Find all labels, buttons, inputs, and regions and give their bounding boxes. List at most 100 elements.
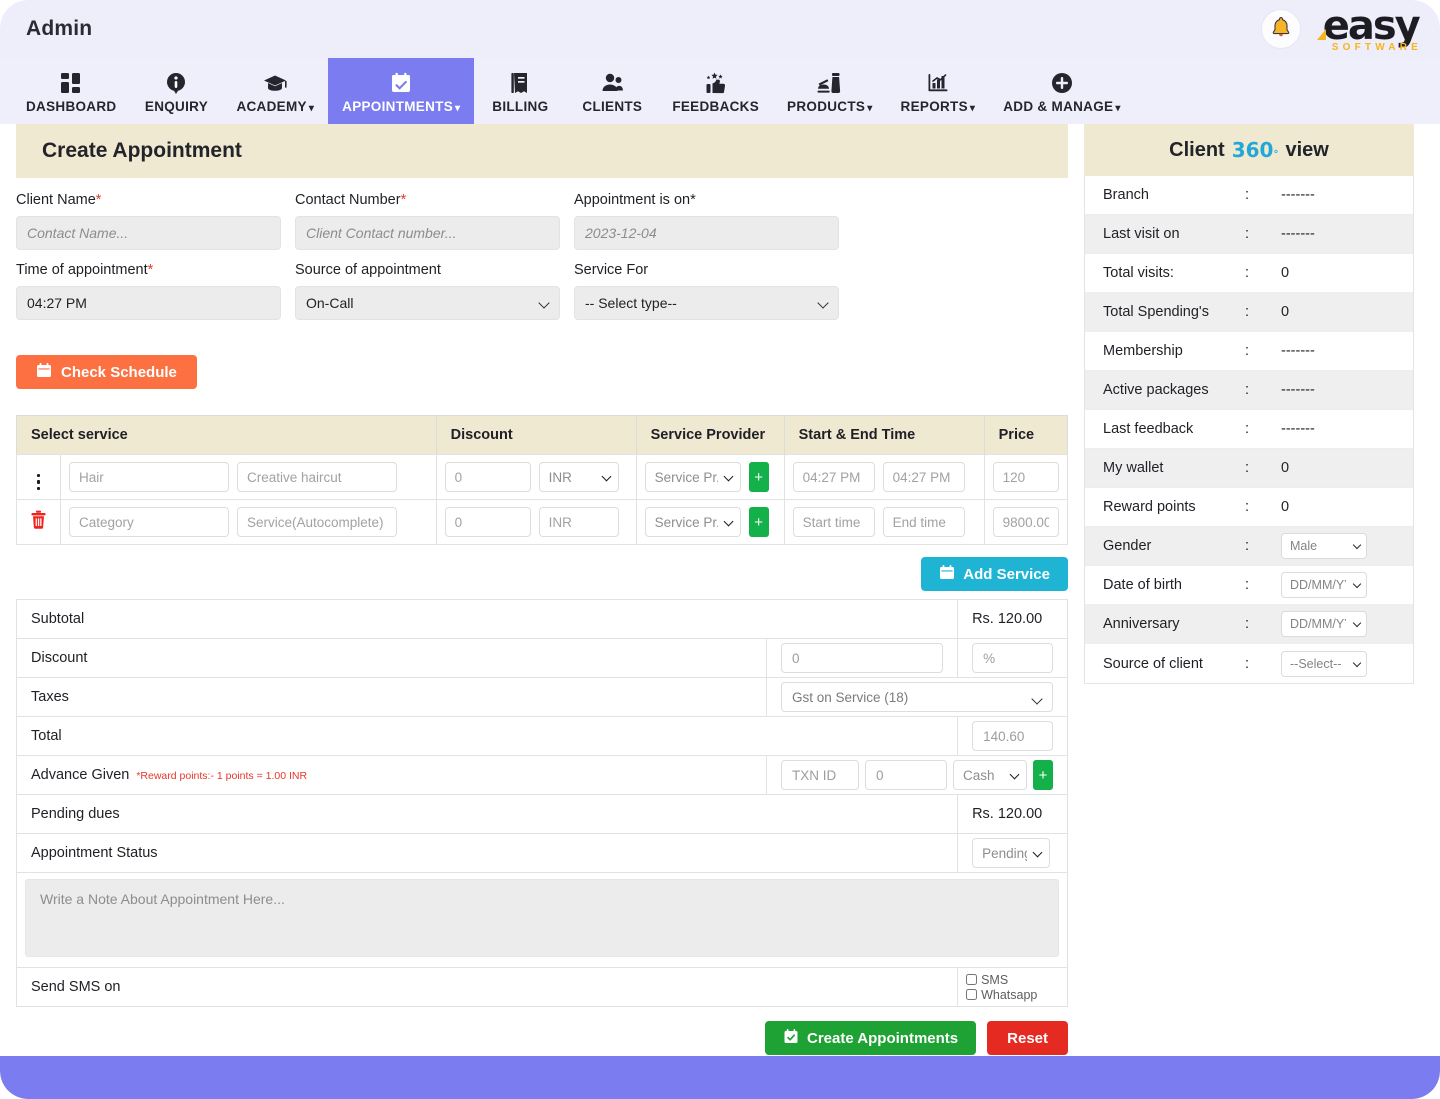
nav-item-billing[interactable]: BILLING xyxy=(474,58,566,124)
service-provider-wrap: Service Pr... xyxy=(645,462,741,492)
end-time-input[interactable] xyxy=(883,507,965,537)
service-provider-select[interactable]: Service Pr... xyxy=(645,462,741,492)
service-category-input[interactable] xyxy=(69,507,229,537)
discount-amount-input[interactable] xyxy=(445,507,531,537)
add-service-button[interactable]: Add Service xyxy=(921,557,1068,591)
nav-item-academy[interactable]: ACADEMY▾ xyxy=(222,58,328,124)
taxes-select[interactable]: Gst on Service (18) xyxy=(781,682,1053,712)
advance-amount-input[interactable] xyxy=(865,760,947,790)
row-pending-dues: Pending dues Rs. 120.00 xyxy=(17,795,1068,834)
bell-icon xyxy=(1270,15,1292,44)
nav-item-enquiry[interactable]: ENQUIRY xyxy=(130,58,222,124)
price-input[interactable] xyxy=(993,507,1059,537)
row-delete-cell[interactable] xyxy=(17,500,61,545)
date-of-birth-select[interactable]: DD/MM/YY xyxy=(1281,572,1367,598)
nav-item-dashboard[interactable]: DASHBOARD xyxy=(12,58,130,124)
nav-item-add-and-manage[interactable]: ADD & MANAGE▾ xyxy=(989,58,1134,124)
col-select-service: Select service xyxy=(17,416,437,455)
price-input[interactable] xyxy=(993,462,1059,492)
payment-mode-select[interactable]: Cash xyxy=(953,760,1027,790)
discount-amount-input[interactable] xyxy=(445,462,531,492)
row-send-sms: Send SMS on SMS Whatsapp xyxy=(17,968,1068,1007)
discount-currency-input[interactable] xyxy=(539,507,619,537)
field-check-schedule: Check Schedule xyxy=(16,332,281,389)
send-sms-label: Send SMS on xyxy=(17,968,958,1007)
label-appointment-date: Appointment is on* xyxy=(574,192,839,208)
discount-unit-input[interactable] xyxy=(972,643,1053,673)
service-name-input[interactable] xyxy=(237,462,397,492)
appointment-note-textarea[interactable] xyxy=(25,879,1059,957)
sms-checkbox[interactable] xyxy=(966,974,977,985)
vertical-dots-icon[interactable] xyxy=(37,474,41,491)
gender-select-wrap: Male xyxy=(1281,533,1367,559)
nav-item-feedbacks[interactable]: FEEDBACKS xyxy=(658,58,773,124)
trash-icon[interactable] xyxy=(30,516,47,533)
appointment-status-select[interactable]: Pending xyxy=(972,838,1050,868)
chevron-down-icon: ▾ xyxy=(309,103,314,114)
row-subtotal: Subtotal Rs. 120.00 xyxy=(17,600,1068,639)
source-of-appointment-select[interactable]: On-Call xyxy=(295,286,560,320)
row-appointment-status: Appointment Status Pending xyxy=(17,834,1068,873)
end-time-input[interactable] xyxy=(883,462,965,492)
chevron-down-icon: ▾ xyxy=(867,103,872,114)
check-schedule-button[interactable]: Check Schedule xyxy=(16,355,197,389)
client-360-badge: 360° xyxy=(1232,138,1279,162)
col-start-end-time: Start & End Time xyxy=(784,416,984,455)
nav-item-reports[interactable]: REPORTS▾ xyxy=(887,58,990,124)
anniversary-select[interactable]: DD/MM/YY xyxy=(1281,611,1367,637)
reward-points-note: *Reward points:- 1 points = 1.00 INR xyxy=(136,770,307,782)
total-input[interactable] xyxy=(972,721,1053,751)
main-nav: DASHBOARD ENQUIRY ACADEMY▾ xyxy=(0,58,1440,124)
send-sms-options-cell: SMS Whatsapp xyxy=(958,968,1068,1007)
service-name-input[interactable] xyxy=(237,507,397,537)
whatsapp-checkbox-row[interactable]: Whatsapp xyxy=(966,988,1059,1002)
whatsapp-checkbox[interactable] xyxy=(966,989,977,1000)
row-menu-cell[interactable] xyxy=(17,455,61,500)
anniversary-select-wrap: DD/MM/YY xyxy=(1281,611,1367,637)
client-360-list: Branch : ------- Last visit on : -------… xyxy=(1084,176,1414,684)
note-cell xyxy=(17,873,1068,968)
service-provider-select[interactable]: Service Pr... xyxy=(645,507,741,537)
start-time-input[interactable] xyxy=(793,507,875,537)
nav-item-clients[interactable]: CLIENTS xyxy=(566,58,658,124)
create-appointments-button[interactable]: Create Appointments xyxy=(765,1021,976,1055)
nav-item-appointments[interactable]: APPOINTMENTS▾ xyxy=(328,58,474,124)
total-discount-input[interactable] xyxy=(781,643,943,673)
discount-currency-select[interactable]: INR xyxy=(539,462,619,492)
graduation-cap-icon xyxy=(262,70,288,96)
service-table-header-row: Select service Discount Service Provider… xyxy=(17,416,1068,455)
reset-button[interactable]: Reset xyxy=(987,1021,1068,1055)
client-360-row-source-of-client: Source of client : --Select-- xyxy=(1085,644,1413,683)
logo: easy SOFTWARE xyxy=(1314,6,1422,53)
row-time-cell xyxy=(784,500,984,545)
appointment-time-input[interactable] xyxy=(16,286,281,320)
source-of-client-select-wrap: --Select-- xyxy=(1281,651,1367,677)
required-marker: * xyxy=(96,192,102,208)
service-category-input[interactable] xyxy=(69,462,229,492)
taxes-label: Taxes xyxy=(17,678,767,717)
chevron-down-icon: ▾ xyxy=(1115,103,1120,114)
contact-number-input[interactable] xyxy=(295,216,560,250)
client-name-input[interactable] xyxy=(16,216,281,250)
discount-currency-wrap: INR xyxy=(539,462,619,492)
footer-bar xyxy=(0,1056,1440,1099)
people-icon xyxy=(599,70,625,96)
nav-item-products[interactable]: PRODUCTS▾ xyxy=(773,58,886,124)
add-advance-button[interactable]: + xyxy=(1033,760,1053,790)
add-provider-button[interactable]: + xyxy=(749,462,769,492)
row-note xyxy=(17,873,1068,968)
advance-given-label: Advance Given xyxy=(31,767,129,783)
check-schedule-label: Check Schedule xyxy=(61,364,177,381)
notification-bell-button[interactable] xyxy=(1262,10,1300,48)
source-of-client-select[interactable]: --Select-- xyxy=(1281,651,1367,677)
add-provider-button[interactable]: + xyxy=(749,507,769,537)
appointment-date-input[interactable] xyxy=(574,216,839,250)
service-for-select[interactable]: -- Select type-- xyxy=(574,286,839,320)
row-service-cell xyxy=(61,500,437,545)
calendar-check-icon xyxy=(783,1028,799,1048)
start-time-input[interactable] xyxy=(793,462,875,492)
gender-select[interactable]: Male xyxy=(1281,533,1367,559)
nav-label-reports: REPORTS xyxy=(901,99,968,114)
sms-checkbox-row[interactable]: SMS xyxy=(966,973,1059,987)
txn-id-input[interactable] xyxy=(781,760,859,790)
